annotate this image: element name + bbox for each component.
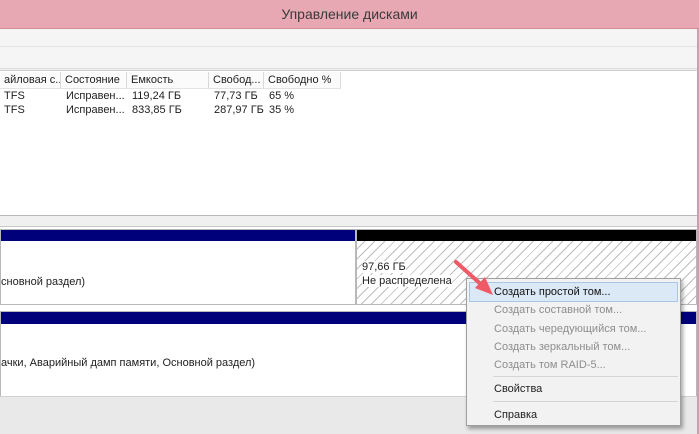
cell-status: Исправен... xyxy=(66,104,125,116)
unallocated-color-bar xyxy=(357,230,696,241)
unallocated-status: Не распределена xyxy=(362,275,452,287)
partition-color-bar xyxy=(1,230,355,241)
menu-item-new-raid5-volume[interactable]: Создать том RAID-5... xyxy=(469,355,678,375)
red-arrow-icon xyxy=(454,260,493,295)
context-menu: Создать простой том... Создать составной… xyxy=(466,278,681,426)
cell-free: 287,97 ГБ xyxy=(214,104,264,116)
menu-bar xyxy=(0,29,699,47)
volume-list[interactable]: айловая с... Состояние Емкость Свобод...… xyxy=(0,70,697,216)
column-header-status[interactable]: Состояние xyxy=(61,72,127,89)
table-row[interactable]: TFS Исправен... 833,85 ГБ 287,97 ГБ 35 % xyxy=(0,104,697,118)
window-title: Управление дисками xyxy=(281,6,418,22)
partition-label: сновной раздел) xyxy=(1,276,86,288)
menu-item-new-spanned-volume[interactable]: Создать составной том... xyxy=(469,300,678,320)
menu-separator xyxy=(493,376,678,377)
cell-free-percent: 35 % xyxy=(269,104,295,116)
menu-item-properties[interactable]: Свойства xyxy=(469,379,678,399)
column-header-free[interactable]: Свобод... xyxy=(209,72,264,89)
column-header-capacity[interactable]: Емкость xyxy=(127,72,209,89)
toolbar xyxy=(0,47,699,69)
primary-partition-block[interactable]: сновной раздел) xyxy=(0,229,356,305)
menu-item-new-mirrored-volume[interactable]: Создать зеркальный том... xyxy=(469,337,678,357)
column-header-free-percent[interactable]: Свободно % xyxy=(264,72,341,89)
cell-status: Исправен... xyxy=(66,90,125,102)
cell-capacity: 833,85 ГБ xyxy=(132,104,182,116)
column-header-filesystem[interactable]: айловая с... xyxy=(0,72,61,89)
cell-filesystem: TFS xyxy=(4,90,25,102)
menu-item-help[interactable]: Справка xyxy=(469,405,678,425)
menu-item-new-striped-volume[interactable]: Создать чередующийся том... xyxy=(469,319,678,339)
partition-label: ачки, Аварийный дамп памяти, Основной ра… xyxy=(1,357,256,369)
cell-filesystem: TFS xyxy=(4,104,25,116)
cell-free: 77,73 ГБ xyxy=(214,90,258,102)
menu-separator xyxy=(493,401,678,402)
unallocated-size: 97,66 ГБ xyxy=(362,261,406,273)
cell-capacity: 119,24 ГБ xyxy=(132,90,182,102)
cell-free-percent: 65 % xyxy=(269,90,295,102)
title-bar: Управление дисками xyxy=(0,0,699,29)
table-row[interactable]: TFS Исправен... 119,24 ГБ 77,73 ГБ 65 % xyxy=(0,90,697,104)
pane-splitter[interactable] xyxy=(0,216,697,226)
